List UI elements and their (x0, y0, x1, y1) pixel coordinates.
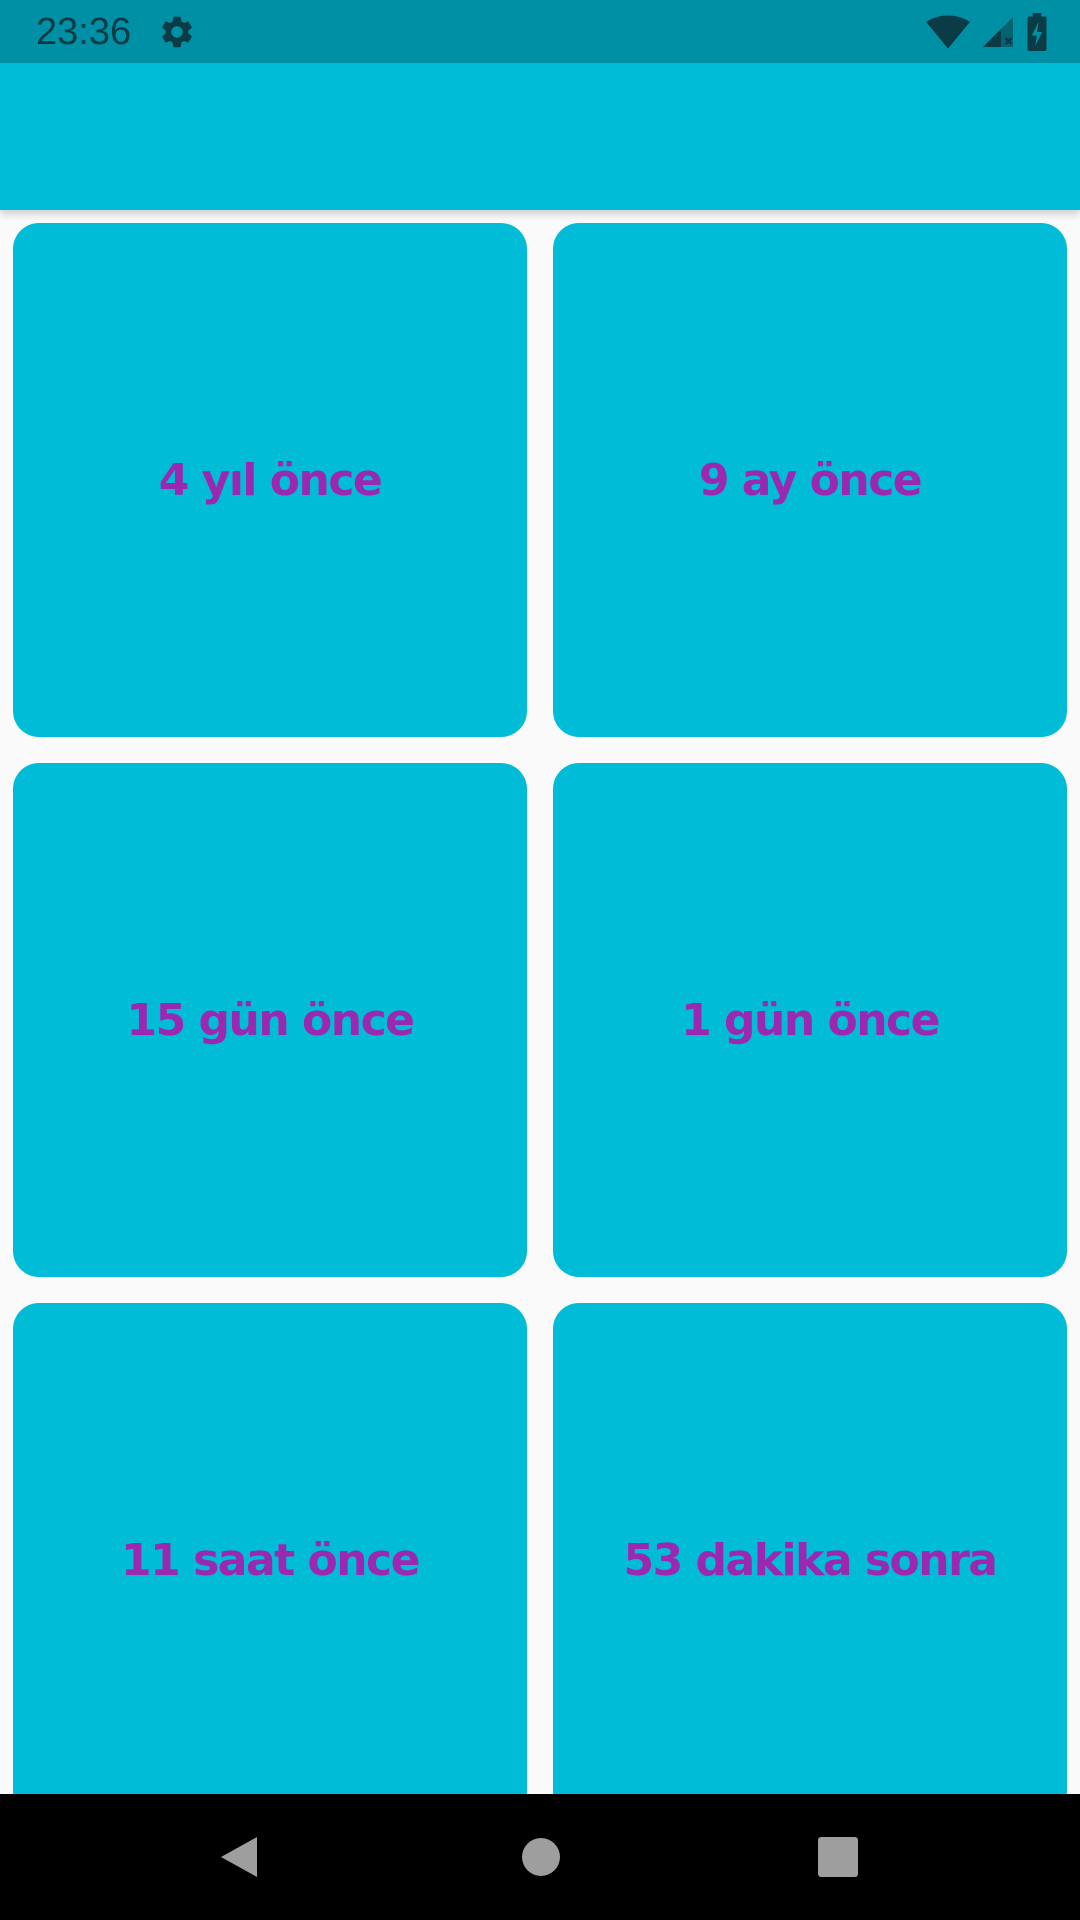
card-label: 4 yıl önce (158, 454, 383, 506)
card-grid: 4 yıl önce 9 ay önce 15 gün önce 1 gün ö… (0, 210, 1080, 1794)
home-icon (522, 1838, 560, 1876)
battery-charging-icon (1027, 13, 1047, 51)
back-icon (221, 1837, 257, 1877)
card-label: 1 gün önce (681, 994, 940, 1046)
wifi-icon (926, 15, 970, 49)
card-label: 9 ay önce (698, 454, 923, 506)
home-button[interactable] (513, 1829, 569, 1885)
settings-gear-icon (162, 16, 192, 48)
card-11-hours-ago[interactable]: 11 saat önce (13, 1303, 527, 1794)
card-label: 53 dakika sonra (623, 1534, 998, 1586)
card-label: 15 gün önce (126, 994, 416, 1046)
recents-icon (818, 1837, 858, 1877)
card-label: 11 saat önce (121, 1534, 420, 1586)
status-time: 23:36 (36, 11, 132, 53)
cell-signal-icon (983, 17, 1013, 47)
card-4-years-ago[interactable]: 4 yıl önce (13, 223, 527, 737)
recents-button[interactable] (810, 1829, 866, 1885)
navigation-bar (0, 1794, 1080, 1920)
status-bar: 23:36 (0, 0, 1080, 63)
back-button[interactable] (211, 1829, 267, 1885)
app-bar (0, 63, 1080, 210)
card-53-minutes-later[interactable]: 53 dakika sonra (553, 1303, 1067, 1794)
card-15-days-ago[interactable]: 15 gün önce (13, 763, 527, 1277)
status-icons (926, 12, 1048, 52)
card-1-day-ago[interactable]: 1 gün önce (553, 763, 1067, 1277)
card-9-months-ago[interactable]: 9 ay önce (553, 223, 1067, 737)
